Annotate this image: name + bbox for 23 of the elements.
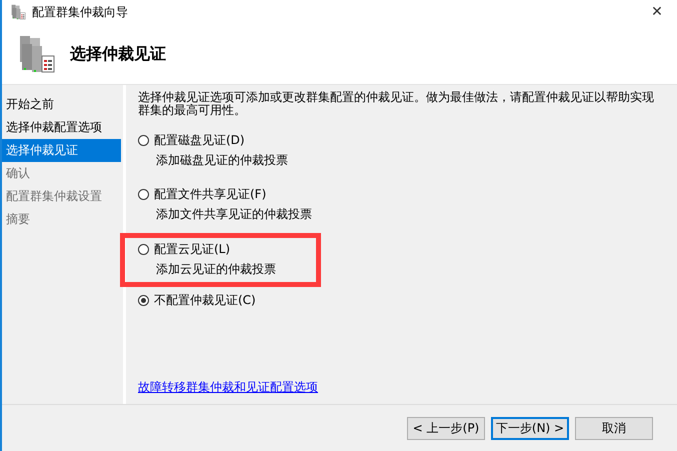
- wizard-button[interactable]: 下一步(N) >: [491, 416, 569, 440]
- option-description: 添加磁盘见证的仲裁投票: [155, 152, 288, 169]
- intro-text: 选择仲裁见证选项可添加或更改群集配置的仲裁见证。做为最佳做法，请配置仲裁见证以帮助实现群集的最高可用性。: [138, 91, 655, 117]
- wizard-button[interactable]: < 上一步(P): [407, 416, 485, 440]
- radio-button[interactable]: [138, 244, 149, 255]
- radio-button[interactable]: [138, 189, 149, 200]
- wizard-step[interactable]: 选择仲裁配置选项: [2, 116, 121, 139]
- radio-option[interactable]: 配置磁盘见证(D): [138, 132, 288, 149]
- server-icon: [10, 4, 26, 20]
- close-button[interactable]: ✕: [637, 4, 677, 20]
- help-link[interactable]: 故障转移群集仲裁和见证配置选项: [138, 379, 318, 396]
- window-title: 配置群集仲裁向导: [32, 4, 129, 20]
- wizard-step[interactable]: 开始之前: [2, 93, 121, 116]
- option-description: 添加云见证的仲裁投票: [155, 261, 276, 278]
- option-description: 添加文件共享见证的仲裁投票: [155, 206, 312, 223]
- wizard-button[interactable]: 取消: [575, 416, 653, 440]
- radio-option[interactable]: 配置文件共享见证(F): [138, 186, 312, 203]
- page-title: 选择仲裁见证: [70, 44, 166, 64]
- radio-option[interactable]: 不配置仲裁见证(C): [138, 292, 256, 309]
- radio-button[interactable]: [138, 295, 149, 306]
- wizard-step[interactable]: 选择仲裁见证: [2, 139, 121, 162]
- radio-button[interactable]: [138, 135, 149, 146]
- radio-option[interactable]: 配置云见证(L): [138, 241, 276, 258]
